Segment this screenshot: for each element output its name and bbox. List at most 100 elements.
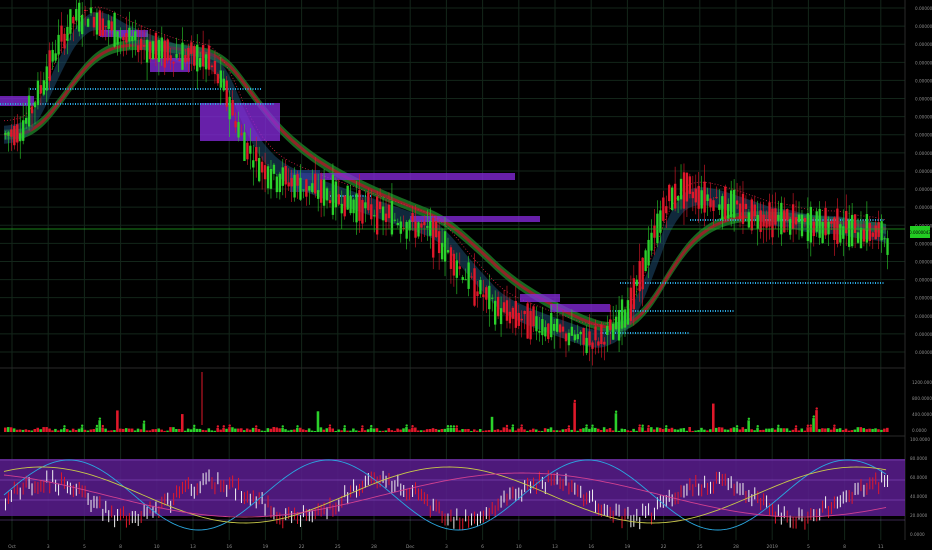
volume-bar <box>366 429 370 432</box>
volume-bar <box>124 428 128 432</box>
candle-body <box>721 196 724 221</box>
volume-bar <box>284 429 287 432</box>
volume-bar <box>431 428 435 432</box>
volume-bar <box>251 427 255 432</box>
candle-body <box>331 174 335 215</box>
candle-body <box>502 302 506 313</box>
volume-marker <box>361 425 364 428</box>
candle-body <box>541 319 544 336</box>
candle-body <box>871 232 874 237</box>
candle-body <box>700 190 703 209</box>
volume-bar <box>827 428 830 432</box>
volume-bar <box>387 428 391 432</box>
candle-body <box>603 341 606 345</box>
price-tick-label: 0.0000035 <box>915 278 932 283</box>
candle-body <box>709 198 712 208</box>
candle-body <box>131 36 134 42</box>
volume-bar <box>830 429 833 432</box>
candle-body <box>355 193 358 223</box>
oscillator-tick-label: 60.0000 <box>910 475 928 480</box>
volume-bar <box>874 428 877 432</box>
candle-body <box>558 324 562 333</box>
volume-bar <box>487 430 491 432</box>
candle-body <box>650 232 653 251</box>
volume-bar <box>738 429 742 432</box>
candle-body <box>411 212 414 222</box>
candle-body <box>119 37 122 39</box>
candle-body <box>4 133 7 136</box>
time-tick-label: 16 <box>226 544 232 550</box>
candle-body <box>520 318 523 321</box>
volume-bar <box>104 428 107 432</box>
time-tick-label: 16 <box>588 544 594 550</box>
candle-body <box>476 291 479 297</box>
volume-bar <box>263 430 267 432</box>
candle-body <box>697 185 700 209</box>
trading-chart[interactable]: 0.0000080 0.0000077 0.0000074 0.0000071 0.00… <box>0 0 932 550</box>
volume-bar <box>788 430 792 432</box>
candle-body <box>694 188 697 203</box>
time-tick-label: 10 <box>516 544 522 550</box>
volume-bar <box>588 428 591 432</box>
volume-bar <box>599 430 603 432</box>
volume-marker <box>101 424 105 428</box>
volume-bar <box>555 430 559 432</box>
candle-body <box>727 203 730 219</box>
volume-bar <box>319 427 323 432</box>
volume-marker <box>452 425 456 428</box>
volume-bar <box>443 428 447 432</box>
candle-body <box>614 316 618 330</box>
candle-body <box>199 57 202 68</box>
volume-marker <box>735 425 739 428</box>
candle-body <box>225 80 228 107</box>
candle-body <box>735 200 739 205</box>
volume-bar <box>195 428 199 432</box>
candle-body <box>423 221 426 226</box>
candle-body <box>786 209 789 221</box>
volume-marker <box>591 424 594 427</box>
candle-body <box>72 16 75 24</box>
volume-marker <box>585 424 588 427</box>
candle-body <box>449 247 453 269</box>
candle-body <box>305 179 308 197</box>
price-tick-label: 0.0000026 <box>915 332 932 337</box>
volume-bar <box>868 428 871 432</box>
candle-body <box>859 227 863 249</box>
candle-body <box>806 213 810 241</box>
volume-bar <box>449 427 452 432</box>
candle-body <box>27 95 31 127</box>
volume-marker <box>777 424 780 428</box>
volume-bar <box>419 430 423 432</box>
volume-bar <box>95 427 98 432</box>
candle-body <box>337 194 340 205</box>
volume-bar <box>714 427 718 432</box>
candle-body <box>269 169 273 189</box>
volume-bar <box>720 427 724 432</box>
volume-marker <box>812 415 815 418</box>
candle-body <box>606 325 609 335</box>
price-tick-label: 0.0000053 <box>915 169 932 174</box>
volume-bar <box>234 428 237 432</box>
candle-body <box>485 287 488 300</box>
volume-bar <box>110 430 113 432</box>
volume-marker <box>370 424 373 428</box>
volume-bar <box>490 416 494 432</box>
volume-bar <box>372 428 376 432</box>
volume-marker <box>511 424 515 427</box>
volume-bar <box>213 430 216 432</box>
candle-body <box>234 121 237 128</box>
volume-marker <box>614 410 618 413</box>
volume-bar <box>617 430 621 432</box>
volume-bar <box>847 430 851 432</box>
candle-body <box>747 212 751 228</box>
time-tick-label: 28 <box>733 544 739 550</box>
candle-body <box>461 277 464 280</box>
volume-bar <box>499 430 503 432</box>
candle-body <box>207 45 211 70</box>
candle-body <box>278 173 281 193</box>
candle-body <box>66 26 69 41</box>
volume-bar <box>602 427 606 432</box>
candle-body <box>160 37 163 59</box>
candle-body <box>393 219 397 221</box>
volume-bar <box>160 429 163 432</box>
